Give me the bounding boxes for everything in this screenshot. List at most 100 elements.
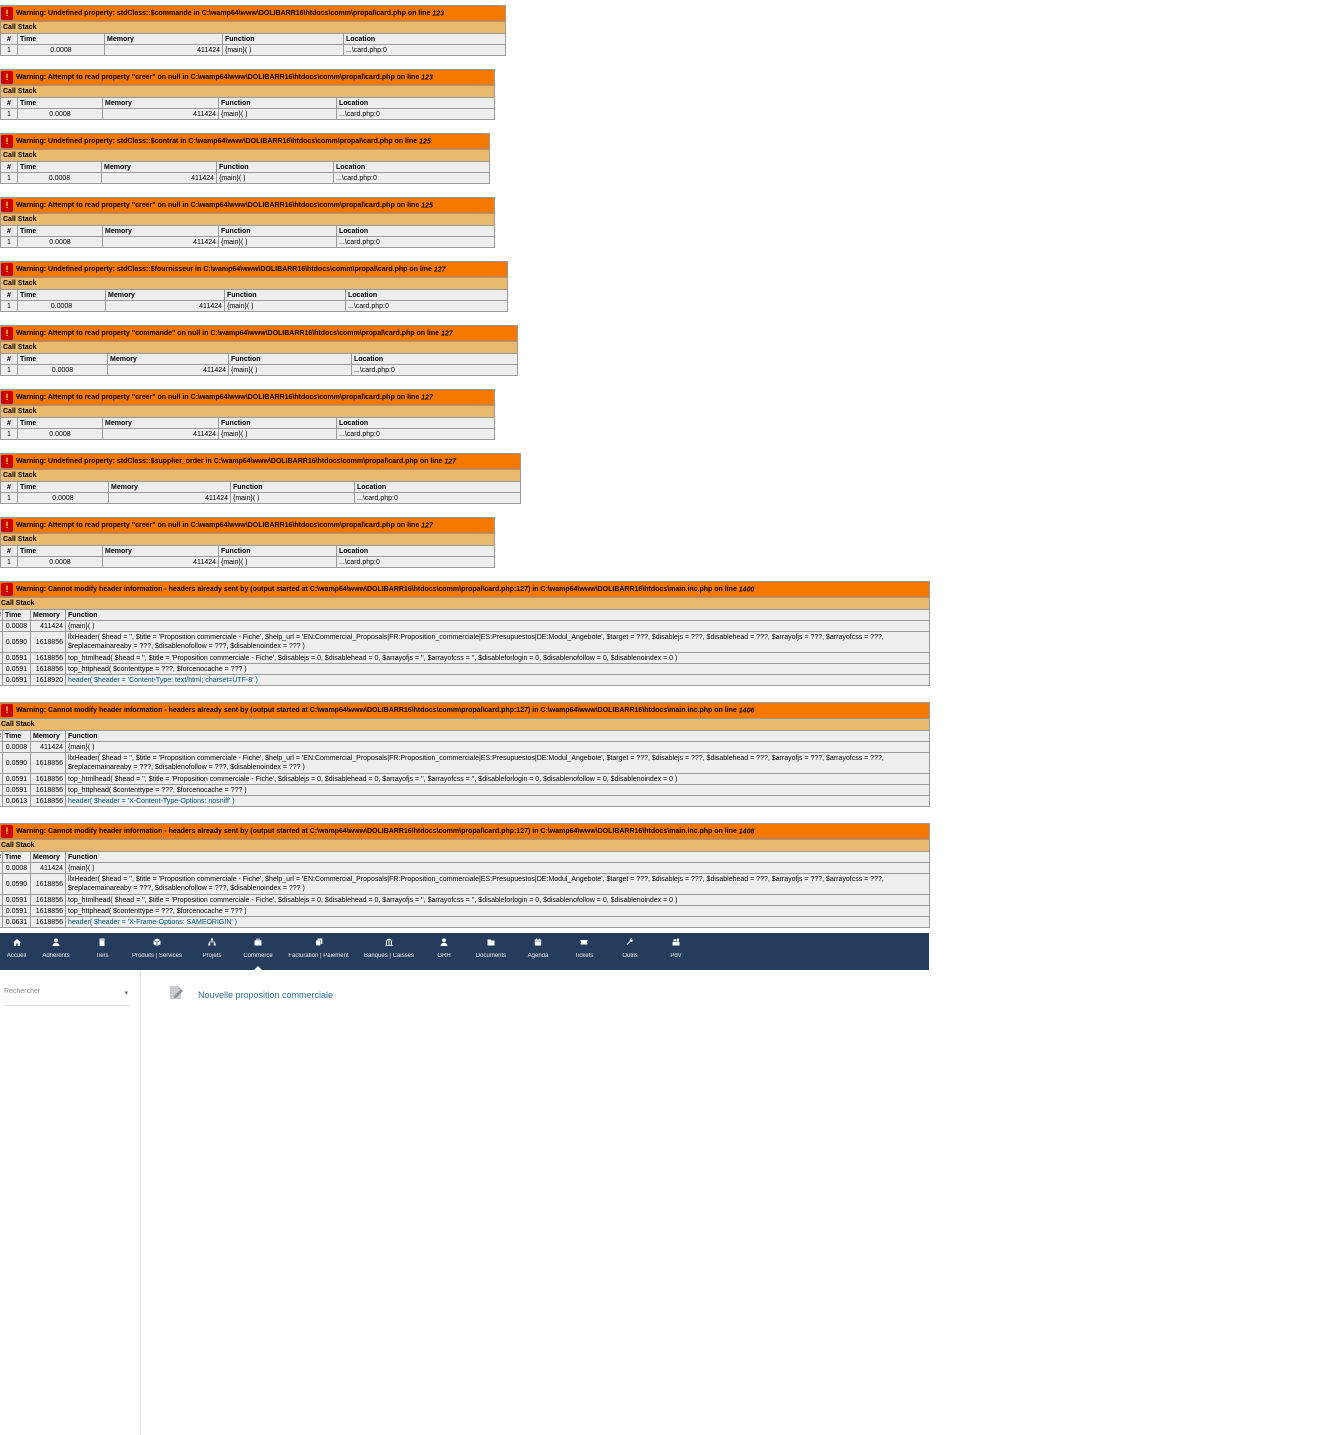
nav-item-grh[interactable]: GRH — [422, 933, 466, 970]
nav-item-accueil[interactable]: Accueil — [0, 933, 33, 970]
warning-title-row: ! Warning: Undefined property: stdClass::… — [0, 261, 509, 278]
col-location-header: Location — [335, 545, 496, 557]
call-stack-row: Call Stack — [0, 597, 931, 610]
frame-time: 0.0008 — [17, 236, 103, 248]
col-function-header: Function — [216, 161, 334, 173]
frame-memory: 411424 — [102, 556, 219, 568]
warning-table: ! Warning: Cannot modify header informati… — [0, 702, 931, 807]
nav-item-banques-caisses[interactable]: Banques | Caisses — [356, 933, 422, 970]
warning-title: ! Warning: Undefined property: stdClass::… — [0, 453, 521, 470]
warning-title-row: ! Warning: Cannot modify header informati… — [0, 823, 931, 840]
col-function-header: Function — [218, 225, 337, 237]
call-stack-label: Call Stack — [0, 718, 931, 731]
col-location-header: Location — [335, 225, 496, 237]
frame-memory: 1618856 — [30, 631, 66, 653]
search-select[interactable]: Rechercher ▾ — [4, 985, 130, 1006]
warning-message: Warning: Cannot modify header informatio… — [16, 586, 739, 593]
frame-function: {main}( ) — [218, 556, 337, 568]
frame-function: {main}( ) — [64, 741, 931, 753]
call-stack-frame: 0.0008 411424 {main}( ) — [0, 620, 931, 632]
nav-item-outils[interactable]: Outils — [608, 933, 652, 970]
call-stack-frame: 0.0590 1618856 llxHeader( $head = '', $tit… — [0, 631, 931, 653]
frame-number: 1 — [0, 44, 18, 56]
nav-item-facturation-paiement[interactable]: Facturation | Paiement — [281, 933, 356, 970]
chevron-down-icon[interactable]: ▾ — [124, 989, 128, 997]
nav-item-tickets[interactable]: Tickets — [560, 933, 608, 970]
error-icon: ! — [1, 583, 13, 596]
frame-location: ...\card.php:0 — [335, 428, 496, 440]
nav-item-agenda[interactable]: Agenda — [516, 933, 560, 970]
col-num-header: # — [0, 353, 18, 365]
nav-item-label: Outils — [622, 953, 638, 959]
frame-memory: 411424 — [30, 862, 66, 874]
warning-message: Warning: Attempt to read property "creer… — [16, 394, 422, 401]
warning-block: ! Warning: Cannot modify header informati… — [0, 581, 931, 686]
call-stack-label: Call Stack — [0, 149, 491, 162]
call-stack-frame: 1 0.0008 411424 {main}( ) ...\card.php:0 — [0, 492, 521, 504]
nav-item-tiers[interactable]: Tiers — [79, 933, 125, 970]
search-placeholder: Rechercher — [4, 988, 41, 995]
frame-number: 1 — [0, 428, 18, 440]
warning-message: Warning: Cannot modify header informatio… — [16, 828, 739, 835]
frame-memory: 411424 — [101, 172, 217, 184]
error-icon: ! — [1, 455, 13, 468]
nav-item-pdv[interactable]: PdV — [652, 933, 700, 970]
frame-location: ...\card.php:0 — [344, 300, 509, 312]
call-stack-frame: 1 0.0008 411424 {main}( ) ...\card.php:0 — [0, 44, 507, 56]
call-stack-row: Call Stack — [0, 21, 507, 34]
nav-item-label: GRH — [437, 953, 451, 959]
nav-item-projets[interactable]: Projets — [189, 933, 235, 970]
warning-table: ! Warning: Attempt to read property "cree… — [0, 69, 496, 120]
warning-title: ! Warning: Cannot modify header informati… — [0, 823, 931, 840]
call-stack-row: Call Stack — [0, 718, 931, 731]
frame-time: 0.0008 — [17, 172, 102, 184]
warning-block: ! Warning: Undefined property: stdClass::… — [0, 133, 491, 184]
frame-memory: 1618856 — [30, 916, 66, 928]
frame-memory: 1618920 — [30, 674, 66, 686]
call-stack-header: # Time Memory Function Location — [0, 481, 521, 493]
warning-block: ! Warning: Attempt to read property "cree… — [0, 517, 496, 568]
call-stack-frame: 0.0591 1618856 top_htmlhead( $head = '', $… — [0, 894, 931, 906]
warning-title-row: ! Warning: Attempt to read property "cree… — [0, 197, 496, 214]
frame-time: 0.0008 — [2, 620, 31, 632]
frame-function: llxHeader( $head = '', $title = 'Proposi… — [64, 752, 931, 774]
warning-block: ! Warning: Cannot modify header informati… — [0, 702, 931, 807]
page-header: Nouvelle proposition commerciale — [168, 985, 333, 1005]
col-location-header: Location — [351, 353, 518, 365]
call-stack-frame: 1 0.0008 411424 {main}( ) ...\card.php:0 — [0, 428, 496, 440]
call-stack-header: #TimeMemoryFunction — [0, 851, 931, 863]
col-num-header: # — [0, 33, 18, 45]
warning-title-row: ! Warning: Undefined property: stdClass::… — [0, 5, 507, 22]
nav-item-label: PdV — [670, 953, 682, 959]
error-icon: ! — [1, 391, 13, 404]
warning-line-number: 127 — [441, 330, 453, 338]
warning-title: ! Warning: Attempt to read property "cree… — [0, 517, 496, 534]
warning-table: ! Warning: Cannot modify header informati… — [0, 581, 931, 686]
call-stack-label: Call Stack — [0, 85, 496, 98]
frame-memory: 411424 — [30, 741, 66, 753]
nav-item-produits-services[interactable]: Produits | Services — [125, 933, 189, 970]
frame-time: 0.0008 — [2, 862, 31, 874]
nav-item-commerce[interactable]: Commerce — [235, 933, 281, 970]
frame-function: header( $header = 'X-Frame-Options: SAME… — [64, 916, 931, 928]
col-location-header: Location — [335, 417, 496, 429]
col-function-header: Function — [64, 609, 931, 621]
warning-title-row: ! Warning: Attempt to read property "comm… — [0, 325, 518, 342]
frame-function: {main}( ) — [218, 428, 337, 440]
warning-line-number: 127 — [433, 266, 446, 274]
frame-time: 0.0591 — [2, 773, 31, 785]
col-time-header: Time — [17, 481, 109, 493]
nav-item-adh-rents[interactable]: Adhérents — [33, 933, 79, 970]
warning-line-number: 127 — [421, 522, 433, 530]
warning-message: Warning: Attempt to read property "creer… — [16, 522, 422, 529]
warning-line-number: 123 — [432, 10, 444, 18]
frame-memory: 411424 — [30, 620, 66, 632]
page-title: Nouvelle proposition commerciale — [198, 990, 334, 1000]
call-stack-label: Call Stack — [0, 533, 496, 546]
error-icon: ! — [1, 7, 13, 20]
call-stack-frame: 0.0008 411424 {main}( ) — [0, 862, 931, 874]
nav-item-documents[interactable]: Documents — [466, 933, 516, 970]
frame-time: 0.0591 — [2, 663, 31, 675]
bank-icon — [385, 938, 393, 946]
error-icon: ! — [1, 327, 13, 340]
